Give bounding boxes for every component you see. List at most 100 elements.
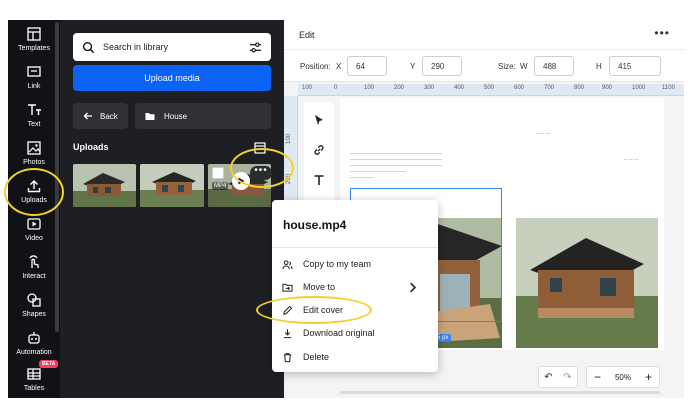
photos-icon [27, 141, 41, 155]
horizontal-ruler: 100 0 100 200 300 400 500 600 700 800 90… [298, 84, 684, 96]
menu-item-label: Download original [303, 328, 375, 338]
canvas-house-image[interactable] [516, 218, 658, 348]
chevron-right-icon [410, 282, 417, 293]
folder-chip[interactable]: House [135, 103, 271, 129]
redo-icon[interactable]: ↷ [563, 372, 571, 383]
house-image [516, 218, 658, 348]
rail-label: Link [27, 83, 41, 90]
play-icon [238, 177, 245, 185]
canvas-toolbar [304, 102, 334, 202]
menu-item-download-original[interactable]: Download original [272, 323, 438, 343]
text-icon [28, 104, 41, 115]
ruler-tick: 200 [286, 173, 292, 184]
folder-outline-icon[interactable] [254, 142, 266, 154]
copy-team-icon [282, 259, 293, 269]
height-input[interactable]: 415 [609, 56, 661, 76]
folder-name: House [164, 111, 188, 121]
upload-thumbnail[interactable] [140, 164, 204, 207]
ruler-tick: 600 [514, 85, 525, 91]
link-chain-icon[interactable] [313, 144, 325, 156]
tables-icon [27, 368, 41, 380]
rail-label: Tables [23, 385, 45, 392]
uploads-heading: Uploads [73, 142, 109, 152]
rail-item-tables[interactable]: Tables BETA [8, 360, 60, 412]
undo-redo-group: ↶ ↷ [538, 366, 578, 388]
ruler-tick: 900 [602, 85, 613, 91]
library-search[interactable]: Search in library [73, 33, 271, 61]
video-format-badge: MP4 [212, 182, 229, 190]
context-menu-title: house.mp4 [283, 218, 347, 232]
arrow-left-icon [83, 112, 92, 120]
width-input[interactable]: 488 [534, 56, 574, 76]
page-text-fragment: — — — [624, 156, 639, 161]
upload-media-button[interactable]: Upload media [73, 65, 271, 91]
menu-item-label: Copy to my team [303, 259, 372, 269]
ruler-tick: 0 [334, 85, 338, 91]
zoom-out-button[interactable]: − [594, 370, 601, 384]
left-rail: Templates Link Text Photos Uploads Video… [8, 20, 60, 398]
rail-label: Text [27, 121, 41, 128]
zoom-control: − 50% + [586, 366, 660, 388]
link-icon [27, 66, 41, 77]
play-button[interactable] [232, 172, 250, 190]
search-input[interactable]: Search in library [103, 42, 249, 52]
video-icon [27, 218, 41, 230]
zoom-in-button[interactable]: + [645, 370, 652, 384]
ruler-tick: 300 [424, 85, 435, 91]
editor-more-button[interactable]: ••• [654, 26, 670, 40]
more-options-button[interactable]: ••• [250, 166, 272, 180]
select-checkbox[interactable] [212, 167, 224, 179]
editor-title: Edit [299, 30, 315, 40]
undo-icon[interactable]: ↶ [544, 372, 552, 383]
pencil-icon [283, 305, 293, 315]
move-folder-icon [282, 283, 293, 292]
cursor-icon[interactable] [313, 114, 325, 126]
filter-sliders-icon[interactable] [249, 41, 262, 54]
back-label: Back [100, 111, 118, 121]
menu-item-label: Move to [303, 282, 336, 292]
x-input[interactable]: 64 [347, 56, 387, 76]
menu-item-move-to[interactable]: Move to [272, 277, 438, 297]
menu-item-edit-cover[interactable]: Edit cover [272, 300, 438, 320]
zoom-level: 50% [614, 372, 631, 382]
library-panel: Search in library Upload media Back Hous… [60, 20, 284, 398]
canvas-horizontal-scrollbar[interactable] [340, 391, 660, 394]
shapes-icon [27, 293, 41, 307]
w-label: W [520, 62, 528, 71]
editor-header: Edit ••• [284, 20, 684, 50]
page-text-fragment: — — — [536, 130, 551, 135]
rail-label: Uploads [21, 197, 47, 204]
menu-item-delete[interactable]: Delete [272, 347, 438, 367]
y-label: Y [410, 62, 416, 71]
menu-item-label: Edit cover [303, 305, 344, 315]
templates-icon [27, 27, 41, 41]
trash-icon [283, 352, 292, 362]
download-icon [283, 328, 292, 338]
menu-item-label: Delete [303, 352, 330, 362]
ruler-tick: 500 [484, 85, 495, 91]
ruler-tick: 1000 [632, 85, 646, 91]
panel-scrollbar[interactable] [55, 22, 59, 332]
rail-label: Automation [16, 349, 52, 356]
rail-label: Photos [23, 159, 45, 166]
uploads-icon [27, 180, 41, 193]
back-button[interactable]: Back [73, 103, 128, 129]
beta-badge: BETA [39, 360, 59, 368]
rail-label: Shapes [22, 311, 46, 318]
ruler-tick: 1100 [662, 85, 675, 91]
ruler-tick: 800 [574, 85, 585, 91]
menu-item-copy-to-team[interactable]: Copy to my team [272, 254, 438, 274]
upload-thumbnail[interactable] [73, 164, 136, 207]
y-input[interactable]: 290 [422, 56, 462, 76]
size-label: Size: [498, 62, 516, 71]
ruler-tick: 200 [394, 85, 405, 91]
x-label: X [336, 62, 342, 71]
house-image [140, 164, 204, 207]
ruler-tick: 400 [454, 85, 465, 91]
folder-icon [145, 113, 155, 120]
position-label: Position: [300, 62, 331, 71]
divider [272, 247, 438, 248]
text-tool-icon[interactable] [313, 174, 325, 186]
h-label: H [596, 62, 602, 71]
context-menu: house.mp4 Copy to my team Move to Edit c… [272, 200, 438, 372]
